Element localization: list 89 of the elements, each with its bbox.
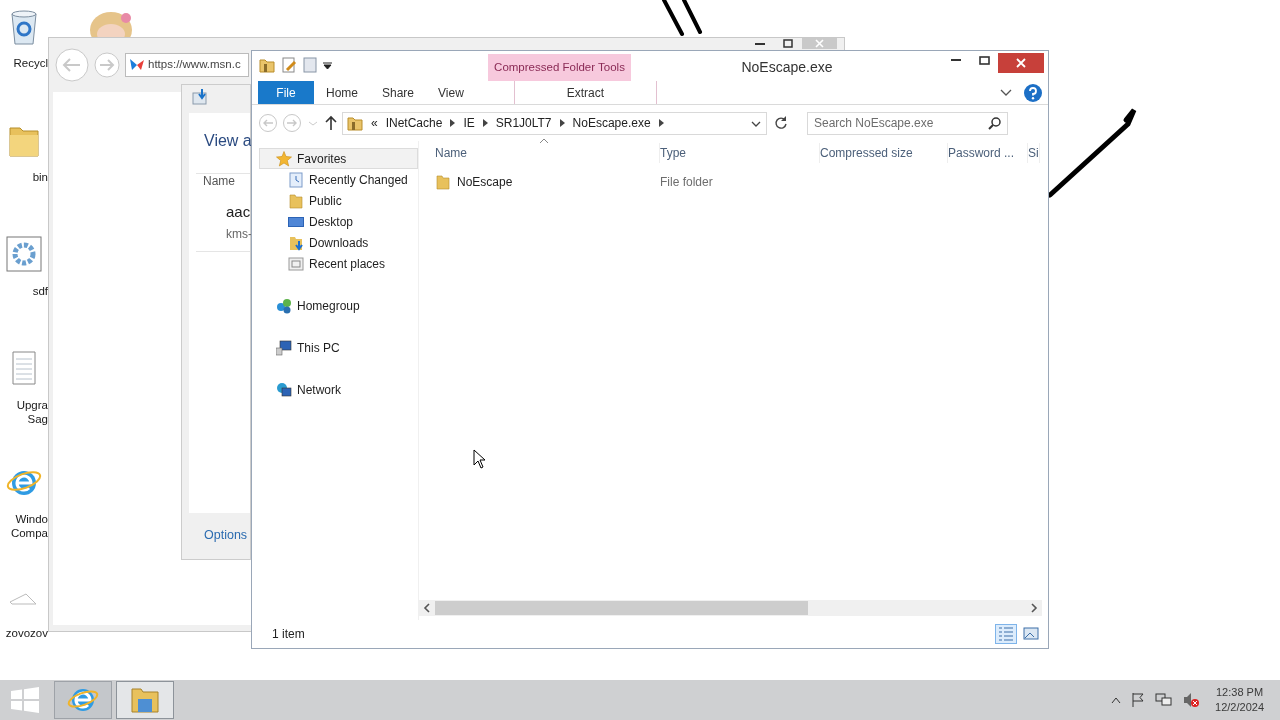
maximize-icon	[978, 55, 990, 65]
file-menu-button[interactable]: File	[258, 81, 314, 104]
expand-ribbon-icon[interactable]	[1000, 88, 1012, 97]
breadcrumb-item[interactable]: NoEscape.exe	[572, 114, 651, 132]
minimize-icon	[755, 42, 765, 45]
clock-time[interactable]: 12:38 PM	[1215, 685, 1264, 700]
volume-muted-icon[interactable]	[1182, 692, 1201, 708]
up-arrow-icon[interactable]	[324, 113, 338, 133]
breadcrumb-item[interactable]: IE	[463, 114, 475, 132]
icon-label[interactable]: Upgra	[16, 398, 48, 412]
icon-label[interactable]: Sag	[27, 412, 48, 426]
help-icon[interactable]	[1024, 83, 1042, 102]
chevron-icon[interactable]	[482, 119, 488, 127]
browser-button[interactable]	[54, 681, 112, 719]
close-icon	[1016, 58, 1026, 68]
file-name: aac	[226, 202, 251, 222]
column-header[interactable]: Password ...	[948, 143, 1028, 163]
close-button[interactable]	[998, 53, 1044, 73]
navigation-item[interactable]: Homegroup	[259, 295, 418, 316]
recent-places-icon	[288, 255, 304, 272]
icon-label[interactable]: zovozov	[5, 626, 48, 640]
homegroup-icon	[276, 297, 292, 314]
icon-label[interactable]: sdf	[32, 284, 48, 298]
ribbon-tab[interactable]: Share	[370, 81, 427, 104]
horizontal-scrollbar[interactable]	[419, 600, 1042, 616]
dropdown-icon[interactable]	[751, 120, 761, 128]
navigation-item[interactable]: Desktop	[259, 211, 418, 232]
icon-label[interactable]: Windo	[15, 512, 48, 526]
item-count: 1 item	[272, 626, 305, 643]
dialog-title: View a	[204, 131, 252, 151]
ribbon-tab[interactable]: View	[426, 81, 476, 104]
icon-label[interactable]: Compa	[10, 526, 48, 540]
ribbon-tab[interactable]: Home	[314, 81, 370, 104]
folder-icon[interactable]	[259, 57, 275, 73]
cursor-icon	[473, 449, 487, 469]
file-name[interactable]: NoEscape	[457, 173, 513, 191]
minimize-icon	[951, 59, 961, 61]
column-header[interactable]: Compressed size	[820, 143, 948, 163]
network-icon[interactable]	[1155, 692, 1174, 708]
dropdown-icon[interactable]	[323, 61, 332, 69]
file-explorer-button[interactable]	[116, 681, 174, 719]
navigation-item[interactable]: Network	[259, 379, 418, 400]
options-link[interactable]: Options	[204, 526, 248, 545]
download-icon	[192, 89, 208, 105]
close-icon	[815, 39, 824, 48]
computer-icon	[276, 339, 292, 356]
icon-label[interactable]: bin	[32, 170, 48, 184]
breadcrumb-item[interactable]: SR1J0LT7	[495, 114, 552, 132]
navigation-item[interactable]: Favorites	[259, 148, 418, 169]
ribbon-tab[interactable]: Extract	[513, 81, 657, 104]
network-icon	[276, 381, 292, 398]
star-icon	[276, 150, 292, 167]
scrollbar-thumb[interactable]	[435, 601, 808, 615]
settings-icon[interactable]	[6, 236, 42, 274]
address-bar[interactable]: https://www.msn.c	[125, 53, 249, 77]
column-header[interactable]: Si	[1028, 143, 1040, 163]
navigation-item[interactable]: Public	[259, 190, 418, 211]
clock-date[interactable]: 12/2/2024	[1215, 700, 1264, 715]
navigation-item[interactable]: Recent places	[259, 253, 418, 274]
column-header[interactable]: Type	[660, 143, 820, 163]
properties-icon[interactable]	[281, 57, 297, 73]
address-bar[interactable]: « INetCache IE SR1J0LT7 NoEscape.exe	[342, 111, 767, 135]
navigation-item[interactable]: Downloads	[259, 232, 418, 253]
folder-icon	[347, 115, 363, 131]
recent-icon	[288, 171, 304, 188]
flag-icon[interactable]	[1130, 692, 1147, 708]
search-field[interactable]: Search NoEscape.exe	[807, 111, 1008, 135]
maximize-icon	[783, 39, 793, 48]
folder-icon	[435, 174, 451, 190]
file-source: kms-	[226, 226, 252, 243]
downloads-icon	[288, 234, 304, 251]
window-title: NoEscape.exe	[740, 58, 834, 77]
chevron-icon[interactable]	[658, 119, 664, 127]
chevron-icon[interactable]	[450, 119, 456, 127]
file-type: File folder	[660, 174, 713, 191]
breadcrumb-item[interactable]: «	[371, 114, 378, 132]
butterfly-icon	[129, 58, 145, 72]
breadcrumb-item[interactable]: INetCache	[385, 114, 443, 132]
pen-stroke	[662, 0, 702, 36]
column-header[interactable]: Name	[435, 143, 660, 163]
navigation-item[interactable]: Recently Changed	[259, 169, 418, 190]
chevron-icon[interactable]	[559, 119, 565, 127]
icon-label[interactable]: Recycl	[13, 56, 48, 70]
folder-icon	[288, 192, 304, 209]
column-header: Name	[203, 173, 235, 190]
search-icon	[988, 116, 1001, 130]
show-hidden-icon[interactable]	[1111, 696, 1122, 704]
navigation-item[interactable]: This PC	[259, 337, 418, 358]
contextual-tab-group: Compressed Folder Tools	[488, 54, 631, 81]
